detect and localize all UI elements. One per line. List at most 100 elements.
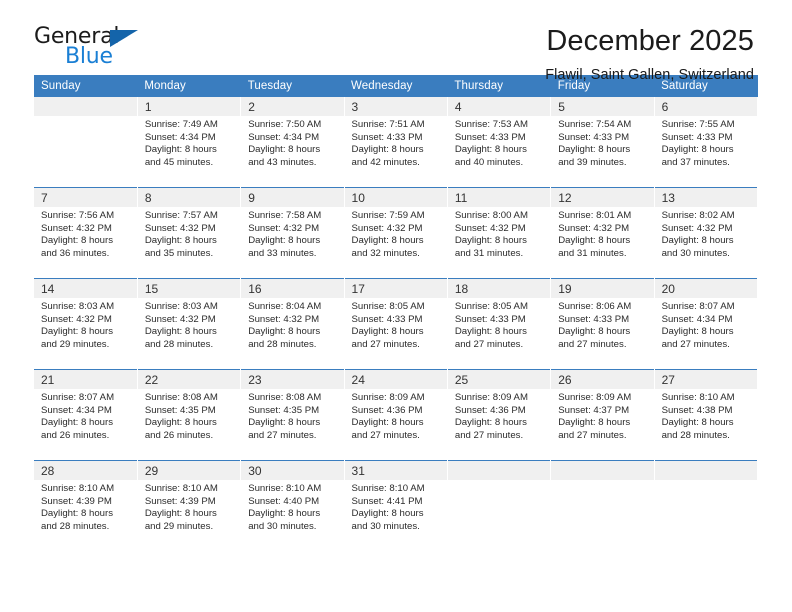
day-number: 20 [654,279,757,298]
day-detail-line: Sunset: 4:33 PM [558,131,630,143]
day-number: 1 [137,97,241,116]
weekday-header-thursday: Thursday [447,75,551,97]
calendar-day-cell[interactable]: 23 Sunrise: 8:08 AM Sunset: 4:35 PM Dayligh… [240,369,345,461]
calendar-day-cell[interactable]: 26 Sunrise: 8:09 AM Sunset: 4:37 PM Dayligh… [550,369,655,461]
day-detail-line: Sunset: 4:32 PM [248,222,320,234]
calendar-week-row: 28 Sunrise: 8:10 AM Sunset: 4:39 PM Dayligh… [34,460,758,551]
day-detail-line: Sunset: 4:33 PM [661,131,733,143]
calendar-day-cell[interactable]: 13 Sunrise: 8:02 AM Sunset: 4:32 PM Dayligh… [654,187,758,279]
day-details [655,480,757,483]
day-details: Sunrise: 8:01 AM Sunset: 4:32 PM Daylight:… [551,207,653,260]
day-detail-line: Sunset: 4:32 PM [144,222,216,234]
day-number: 15 [137,279,241,298]
day-cell-content: 4 Sunrise: 7:53 AM Sunset: 4:33 PM Daylight… [447,97,551,187]
day-detail-line: and 43 minutes. [248,156,317,168]
day-cell-content: 1 Sunrise: 7:49 AM Sunset: 4:34 PM Daylight… [137,97,241,187]
day-detail-line: Daylight: 8 hours [454,144,527,156]
calendar-day-cell[interactable]: 19 Sunrise: 8:06 AM Sunset: 4:33 PM Dayligh… [550,278,655,370]
day-detail-line: Sunset: 4:35 PM [144,404,216,416]
calendar-day-cell[interactable]: 20 Sunrise: 8:07 AM Sunset: 4:34 PM Dayligh… [654,278,758,370]
calendar-day-cell[interactable]: 16 Sunrise: 8:04 AM Sunset: 4:32 PM Dayligh… [240,278,345,370]
day-detail-line: and 27 minutes. [661,338,730,350]
day-detail-line: and 28 minutes. [41,520,110,532]
day-number: 23 [241,370,344,389]
calendar-day-cell[interactable]: 11 Sunrise: 8:00 AM Sunset: 4:32 PM Dayligh… [447,187,551,279]
day-details: Sunrise: 8:07 AM Sunset: 4:34 PM Daylight:… [34,389,137,442]
day-details: Sunrise: 7:50 AM Sunset: 4:34 PM Daylight:… [241,116,343,169]
day-detail-line: Sunrise: 8:06 AM [558,301,632,312]
calendar-day-cell[interactable]: 8 Sunrise: 7:57 AM Sunset: 4:32 PM Daylight… [137,187,241,279]
day-detail-line: Daylight: 8 hours [351,235,424,247]
day-detail-line: Daylight: 8 hours [41,508,113,520]
calendar-table: Sunday Monday Tuesday Wednesday Thursday Frid… [34,75,758,551]
calendar-day-cell[interactable]: 14 Sunrise: 8:03 AM Sunset: 4:32 PM Dayligh… [34,278,138,370]
calendar-day-cell[interactable]: 17 Sunrise: 8:05 AM Sunset: 4:33 PM Dayligh… [344,278,448,370]
calendar-day-cell[interactable]: 12 Sunrise: 8:01 AM Sunset: 4:32 PM Dayligh… [550,187,655,279]
calendar-empty-cell [654,460,758,551]
day-detail-line: Sunrise: 7:54 AM [558,119,632,130]
calendar-day-cell[interactable]: 22 Sunrise: 8:08 AM Sunset: 4:35 PM Dayligh… [137,369,241,461]
calendar-day-cell[interactable]: 5 Sunrise: 7:54 AM Sunset: 4:33 PM Daylight… [551,97,654,188]
calendar-day-cell[interactable]: 30 Sunrise: 8:10 AM Sunset: 4:40 PM Dayligh… [240,460,345,551]
day-detail-line: and 39 minutes. [558,156,627,168]
day-number [551,461,654,480]
calendar-day-cell[interactable]: 4 Sunrise: 7:53 AM Sunset: 4:33 PM Daylight… [447,97,551,188]
day-details: Sunrise: 7:55 AM Sunset: 4:33 PM Daylight:… [655,116,757,169]
day-detail-line: and 45 minutes. [144,156,214,168]
calendar-day-cell[interactable]: 10 Sunrise: 7:59 AM Sunset: 4:32 PM Dayligh… [344,187,448,279]
calendar-day-cell[interactable]: 25 Sunrise: 8:09 AM Sunset: 4:36 PM Dayligh… [447,369,551,461]
day-detail-line: Sunrise: 7:59 AM [351,210,425,221]
page-title: December 2025 [546,25,754,57]
day-number: 2 [241,97,344,116]
day-detail-line: Sunrise: 7:55 AM [661,119,735,130]
calendar-day-cell[interactable]: 24 Sunrise: 8:09 AM Sunset: 4:36 PM Dayligh… [344,369,448,461]
calendar-day-cell[interactable]: 3 Sunrise: 7:51 AM Sunset: 4:33 PM Daylight… [344,97,447,188]
day-number: 27 [654,370,757,389]
calendar-day-cell[interactable]: 2 Sunrise: 7:50 AM Sunset: 4:34 PM Daylight… [241,97,344,188]
day-detail-line: Sunset: 4:32 PM [144,313,216,325]
day-cell-content: 29 Sunrise: 8:10 AM Sunset: 4:39 PM Dayligh… [137,461,241,551]
calendar-day-cell[interactable]: 31 Sunrise: 8:10 AM Sunset: 4:41 PM Dayligh… [344,460,448,551]
calendar-day-cell[interactable]: 15 Sunrise: 8:03 AM Sunset: 4:32 PM Dayligh… [137,278,241,370]
day-detail-line: and 36 minutes. [41,247,110,259]
day-cell-content: 10 Sunrise: 7:59 AM Sunset: 4:32 PM Dayligh… [344,188,447,278]
day-details: Sunrise: 8:09 AM Sunset: 4:36 PM Daylight:… [345,389,447,442]
day-number: 25 [447,370,551,389]
day-detail-line: Sunrise: 8:10 AM [661,392,735,403]
calendar-day-cell[interactable]: 29 Sunrise: 8:10 AM Sunset: 4:39 PM Dayligh… [137,460,241,551]
day-cell-content: 24 Sunrise: 8:09 AM Sunset: 4:36 PM Dayligh… [344,370,447,460]
day-detail-line: and 27 minutes. [248,429,317,441]
calendar-day-cell[interactable]: 7 Sunrise: 7:56 AM Sunset: 4:32 PM Daylight… [34,187,138,279]
day-detail-line: Sunset: 4:34 PM [41,404,112,416]
day-number: 22 [137,370,241,389]
day-detail-line: and 27 minutes. [454,429,524,441]
day-detail-line: Daylight: 8 hours [661,235,734,247]
day-number: 5 [551,97,654,116]
day-detail-line: Sunrise: 8:10 AM [351,483,425,494]
day-number: 19 [551,279,654,298]
day-cell-content: 20 Sunrise: 8:07 AM Sunset: 4:34 PM Dayligh… [654,279,757,369]
calendar-day-cell[interactable]: 21 Sunrise: 8:07 AM Sunset: 4:34 PM Dayligh… [34,369,138,461]
calendar-day-cell[interactable]: 1 Sunrise: 7:49 AM Sunset: 4:34 PM Daylight… [137,97,241,188]
calendar-page: General Blue December 2025 Flawil, Saint… [0,0,792,612]
day-cell-content: 27 Sunrise: 8:10 AM Sunset: 4:38 PM Dayligh… [654,370,757,460]
day-detail-line: Sunset: 4:34 PM [144,131,216,143]
day-detail-line: Sunrise: 8:09 AM [558,392,632,403]
logo-text-blue: Blue [65,44,113,69]
day-detail-line: Daylight: 8 hours [144,326,217,338]
calendar-day-cell[interactable]: 6 Sunrise: 7:55 AM Sunset: 4:33 PM Daylight… [654,97,757,188]
day-number [654,461,757,480]
calendar-day-cell[interactable]: 18 Sunrise: 8:05 AM Sunset: 4:33 PM Dayligh… [447,278,551,370]
day-detail-line: and 27 minutes. [454,338,524,350]
day-detail-line: Daylight: 8 hours [351,144,424,156]
day-cell-content: 11 Sunrise: 8:00 AM Sunset: 4:32 PM Dayligh… [447,188,551,278]
day-detail-line: and 40 minutes. [454,156,524,168]
calendar-day-cell[interactable]: 9 Sunrise: 7:58 AM Sunset: 4:32 PM Daylight… [240,187,345,279]
day-detail-line: Daylight: 8 hours [661,326,734,338]
calendar-week-row: 21 Sunrise: 8:07 AM Sunset: 4:34 PM Dayligh… [34,369,758,461]
day-detail-line: and 35 minutes. [144,247,214,259]
calendar-empty-cell [34,97,137,188]
calendar-day-cell[interactable]: 28 Sunrise: 8:10 AM Sunset: 4:39 PM Dayligh… [34,460,138,551]
general-blue-logo[interactable]: General Blue [34,26,150,72]
calendar-day-cell[interactable]: 27 Sunrise: 8:10 AM Sunset: 4:38 PM Dayligh… [654,369,758,461]
